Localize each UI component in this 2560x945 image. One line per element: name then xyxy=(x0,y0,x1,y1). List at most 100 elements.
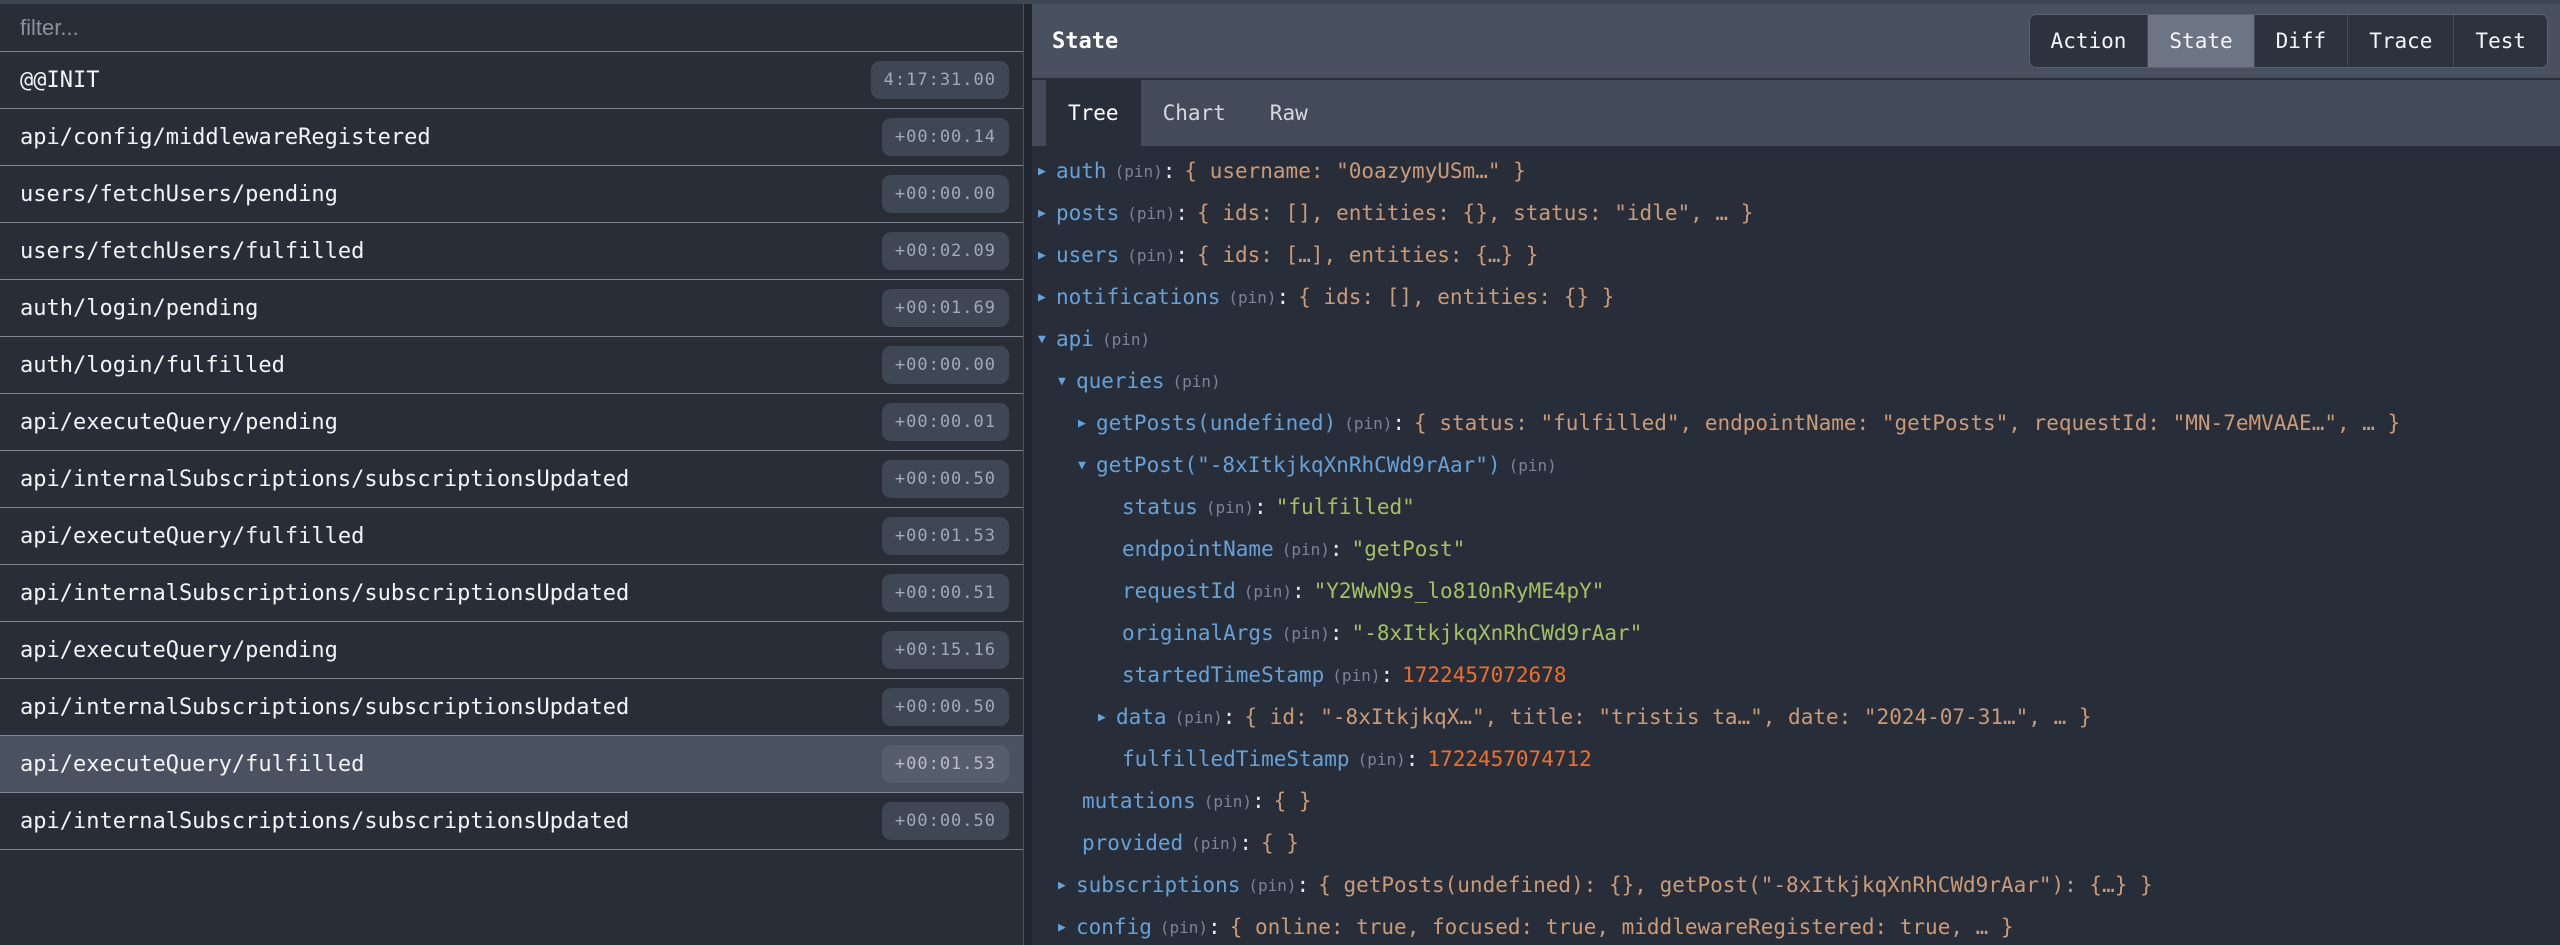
tree-node[interactable]: originalArgs(pin):"-8xItkjkqXnRhCWd9rAar… xyxy=(1032,612,2560,654)
pin-label[interactable]: (pin) xyxy=(1115,162,1163,181)
action-row[interactable]: api/internalSubscriptions/subscriptionsU… xyxy=(0,565,1023,622)
tree-node[interactable]: mutations(pin):{ } xyxy=(1032,780,2560,822)
tree-value: { ids: [], entities: {}, status: "idle",… xyxy=(1197,201,1753,225)
tab-state[interactable]: State xyxy=(2147,15,2253,67)
tree-value: "-8xItkjkqXnRhCWd9rAar" xyxy=(1352,621,1643,645)
tree-colon: : xyxy=(1223,705,1236,729)
pin-label[interactable]: (pin) xyxy=(1282,540,1330,559)
action-row[interactable]: api/executeQuery/pending+00:00.01 xyxy=(0,394,1023,451)
tree-node[interactable]: ▶getPosts(undefined)(pin):{ status: "ful… xyxy=(1032,402,2560,444)
tree-node[interactable]: fulfilledTimeStamp(pin):1722457074712 xyxy=(1032,738,2560,780)
action-row[interactable]: api/executeQuery/fulfilled+00:01.53 xyxy=(0,736,1023,793)
tree-node[interactable]: ▶config(pin):{ online: true, focused: tr… xyxy=(1032,906,2560,945)
tree-node[interactable]: requestId(pin):"Y2WwN9s_lo810nRyME4pY" xyxy=(1032,570,2560,612)
tree-node[interactable]: ▼api(pin) xyxy=(1032,318,2560,360)
expand-arrow-icon[interactable]: ▶ xyxy=(1058,878,1076,893)
pin-label[interactable]: (pin) xyxy=(1173,372,1221,391)
expand-arrow-icon[interactable]: ▶ xyxy=(1038,290,1056,305)
tree-key: auth xyxy=(1056,159,1107,183)
action-row[interactable]: api/internalSubscriptions/subscriptionsU… xyxy=(0,451,1023,508)
tab-action[interactable]: Action xyxy=(2030,15,2148,67)
subtab-tree[interactable]: Tree xyxy=(1046,80,1141,146)
tree-node[interactable]: endpointName(pin):"getPost" xyxy=(1032,528,2560,570)
tree-node[interactable]: ▶auth(pin):{ username: "0oazymyUSm…" } xyxy=(1032,150,2560,192)
pin-label[interactable]: (pin) xyxy=(1191,834,1239,853)
collapse-arrow-icon[interactable]: ▼ xyxy=(1078,458,1096,473)
pin-label[interactable]: (pin) xyxy=(1102,330,1150,349)
tree-node[interactable]: ▼queries(pin) xyxy=(1032,360,2560,402)
action-row[interactable]: auth/login/fulfilled+00:00.00 xyxy=(0,337,1023,394)
pin-label[interactable]: (pin) xyxy=(1127,246,1175,265)
tree-colon: : xyxy=(1380,663,1393,687)
action-label: @@INIT xyxy=(20,68,871,93)
pin-label[interactable]: (pin) xyxy=(1244,582,1292,601)
expand-arrow-icon[interactable]: ▶ xyxy=(1078,416,1096,431)
pin-label[interactable]: (pin) xyxy=(1160,918,1208,937)
tree-node[interactable]: provided(pin):{ } xyxy=(1032,822,2560,864)
expand-arrow-icon[interactable]: ▶ xyxy=(1038,164,1056,179)
pin-label[interactable]: (pin) xyxy=(1206,498,1254,517)
action-row[interactable]: api/internalSubscriptions/subscriptionsU… xyxy=(0,679,1023,736)
tree-node[interactable]: ▼getPost("-8xItkjkqXnRhCWd9rAar") (pin) xyxy=(1032,444,2560,486)
pin-label[interactable]: (pin) xyxy=(1175,708,1223,727)
action-row[interactable]: users/fetchUsers/fulfilled+00:02.09 xyxy=(0,223,1023,280)
tree-key: getPost("-8xItkjkqXnRhCWd9rAar") xyxy=(1096,453,1501,477)
tree-key: subscriptions xyxy=(1076,873,1240,897)
redux-devtools: @@INIT4:17:31.00api/config/middlewareReg… xyxy=(0,0,2560,945)
tree-key: provided xyxy=(1082,831,1183,855)
tree-key: mutations xyxy=(1082,789,1196,813)
action-timestamp-badge: +00:01.53 xyxy=(882,745,1009,783)
pin-label[interactable]: (pin) xyxy=(1282,624,1330,643)
pin-label[interactable]: (pin) xyxy=(1358,750,1406,769)
action-label: api/config/middlewareRegistered xyxy=(20,125,882,150)
tree-colon: : xyxy=(1239,831,1252,855)
tree-key: config xyxy=(1076,915,1152,939)
pin-label[interactable]: (pin) xyxy=(1204,792,1252,811)
action-row[interactable]: api/config/middlewareRegistered+00:00.14 xyxy=(0,109,1023,166)
tab-trace[interactable]: Trace xyxy=(2347,15,2453,67)
subtab-raw[interactable]: Raw xyxy=(1248,80,1330,146)
pin-label[interactable]: (pin) xyxy=(1228,288,1276,307)
tree-node[interactable]: startedTimeStamp(pin):1722457072678 xyxy=(1032,654,2560,696)
tree-node[interactable]: ▶posts(pin):{ ids: [], entities: {}, sta… xyxy=(1032,192,2560,234)
expand-arrow-icon[interactable]: ▶ xyxy=(1038,248,1056,263)
filter-input[interactable] xyxy=(20,15,1003,41)
view-subtab-bar: TreeChartRaw xyxy=(1032,78,2560,146)
tree-node[interactable]: ▶subscriptions(pin):{ getPosts(undefined… xyxy=(1032,864,2560,906)
tree-value: "getPost" xyxy=(1352,537,1466,561)
tree-key: users xyxy=(1056,243,1119,267)
tab-test[interactable]: Test xyxy=(2453,15,2547,67)
pin-label[interactable]: (pin) xyxy=(1344,414,1392,433)
collapse-arrow-icon[interactable]: ▼ xyxy=(1038,332,1056,347)
action-timestamp-badge: +00:00.01 xyxy=(882,403,1009,441)
tree-node[interactable]: status(pin):"fulfilled" xyxy=(1032,486,2560,528)
expand-arrow-icon[interactable]: ▶ xyxy=(1038,206,1056,221)
tree-key: fulfilledTimeStamp xyxy=(1122,747,1350,771)
tree-value: { ids: […], entities: {…} } xyxy=(1197,243,1538,267)
action-label: api/executeQuery/fulfilled xyxy=(20,524,882,549)
pin-label[interactable]: (pin) xyxy=(1509,456,1557,475)
action-timestamp-badge: +00:00.50 xyxy=(882,460,1009,498)
tree-node[interactable]: ▶users(pin):{ ids: […], entities: {…} } xyxy=(1032,234,2560,276)
action-row[interactable]: users/fetchUsers/pending+00:00.00 xyxy=(0,166,1023,223)
action-filter-row xyxy=(0,4,1023,52)
collapse-arrow-icon[interactable]: ▼ xyxy=(1058,374,1076,389)
tree-node[interactable]: ▶notifications(pin):{ ids: [], entities:… xyxy=(1032,276,2560,318)
pin-label[interactable]: (pin) xyxy=(1127,204,1175,223)
action-row[interactable]: api/executeQuery/fulfilled+00:01.53 xyxy=(0,508,1023,565)
subtab-chart[interactable]: Chart xyxy=(1141,80,1248,146)
action-row[interactable]: api/executeQuery/pending+00:15.16 xyxy=(0,622,1023,679)
pin-label[interactable]: (pin) xyxy=(1248,876,1296,895)
tab-diff[interactable]: Diff xyxy=(2254,15,2348,67)
action-row[interactable]: @@INIT4:17:31.00 xyxy=(0,52,1023,109)
action-timestamp-badge: +00:01.53 xyxy=(882,517,1009,555)
tree-value: { ids: [], entities: {} } xyxy=(1298,285,1614,309)
action-timestamp-badge: +00:00.00 xyxy=(882,346,1009,384)
action-row[interactable]: auth/login/pending+00:01.69 xyxy=(0,280,1023,337)
expand-arrow-icon[interactable]: ▶ xyxy=(1098,710,1116,725)
expand-arrow-icon[interactable]: ▶ xyxy=(1058,920,1076,935)
tree-node[interactable]: ▶data(pin):{ id: "-8xItkjkqX…", title: "… xyxy=(1032,696,2560,738)
pin-label[interactable]: (pin) xyxy=(1332,666,1380,685)
tree-value: { } xyxy=(1274,789,1312,813)
action-row[interactable]: api/internalSubscriptions/subscriptionsU… xyxy=(0,793,1023,850)
